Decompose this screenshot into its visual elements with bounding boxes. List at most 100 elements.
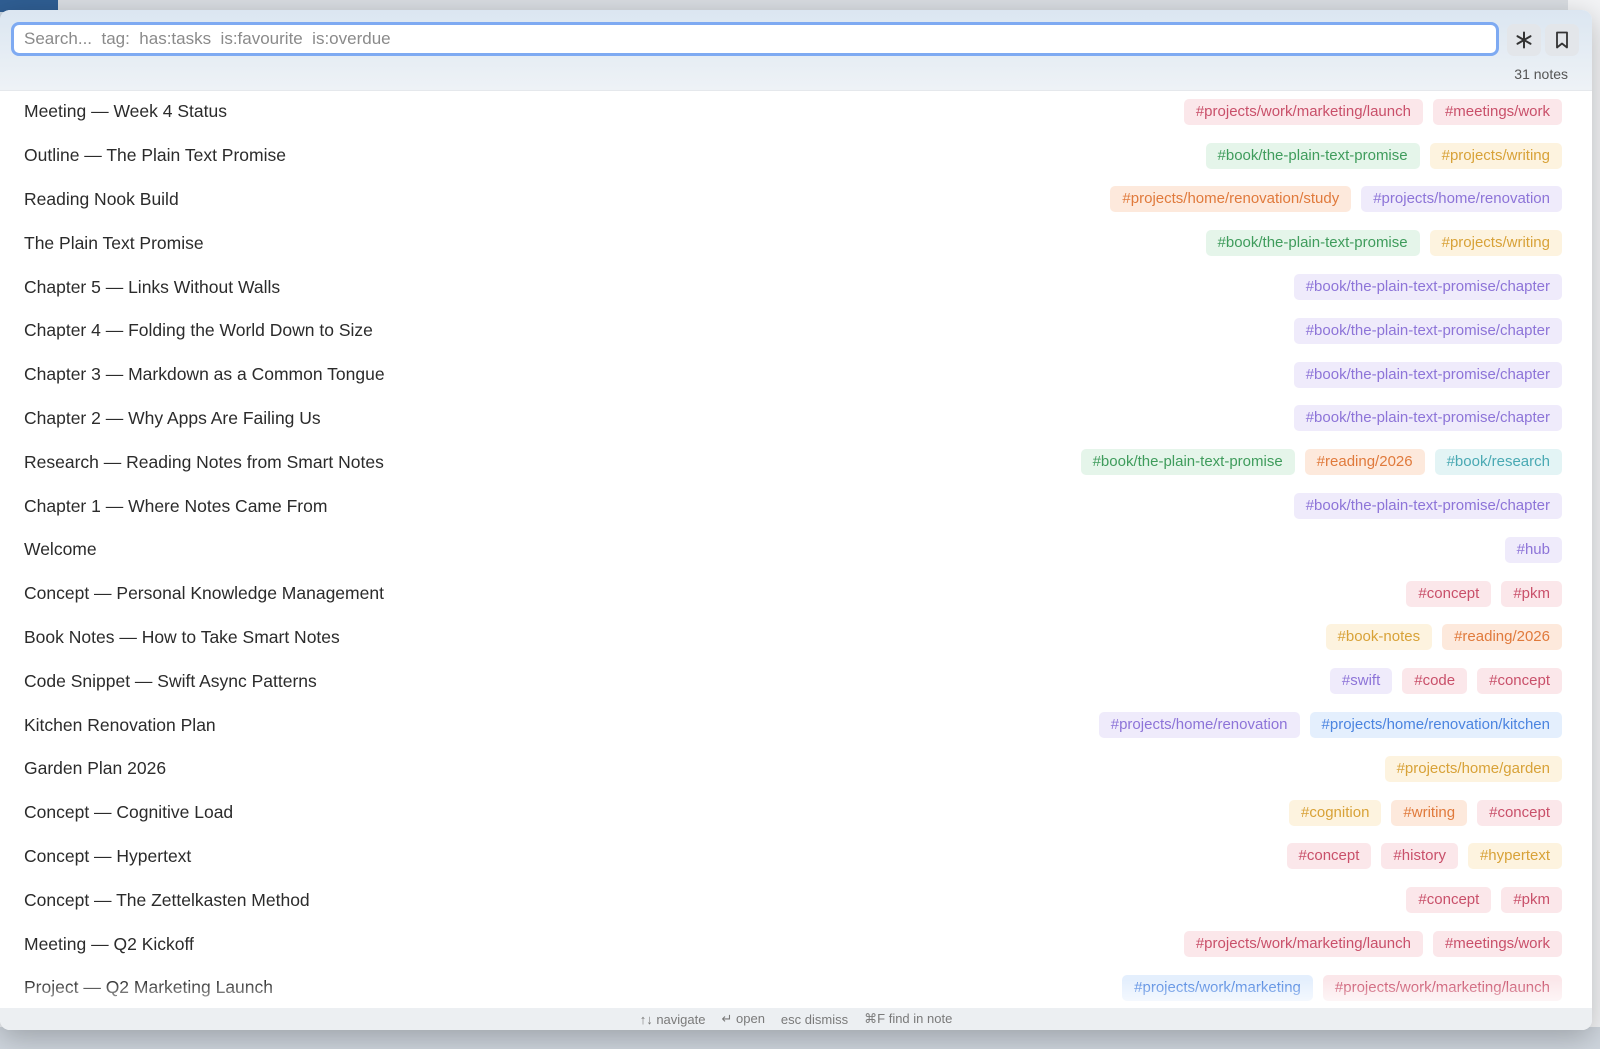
note-row[interactable]: Meeting — Week 4 Status #projects/work/ma…: [0, 90, 1592, 134]
tag-chip[interactable]: #book-notes: [1325, 624, 1433, 651]
note-results-list: Meeting — Week 4 Status #projects/work/ma…: [0, 90, 1592, 1010]
tag-chip[interactable]: #book/the-plain-text-promise/chapter: [1293, 361, 1562, 388]
keyboard-hint: ⌘F find in note: [864, 1011, 952, 1027]
note-row[interactable]: Project — Q2 Marketing Launch #projects/w…: [0, 966, 1592, 1010]
note-row[interactable]: Code Snippet — Swift Async Patterns #swif…: [0, 659, 1592, 703]
note-row[interactable]: The Plain Text Promise #book/the-plain-te…: [0, 221, 1592, 265]
note-tags: #book/the-plain-text-promise #projects/wr…: [1205, 142, 1562, 169]
tag-chip[interactable]: #projects/writing: [1429, 142, 1562, 169]
note-row[interactable]: Kitchen Renovation Plan #projects/home/re…: [0, 703, 1592, 747]
tag-chip[interactable]: #reading/2026: [1304, 449, 1425, 476]
tag-chip[interactable]: #swift: [1329, 668, 1393, 695]
note-row[interactable]: Concept — The Zettelkasten Method #concep…: [0, 878, 1592, 922]
note-title: Reading Nook Build: [24, 188, 179, 209]
note-row[interactable]: Chapter 4 — Folding the World Down to Si…: [0, 309, 1592, 353]
note-row[interactable]: Garden Plan 2026 #projects/home/garden: [0, 747, 1592, 791]
tag-chip[interactable]: #book/the-plain-text-promise: [1205, 142, 1420, 169]
hint-label: open: [736, 1011, 765, 1026]
tag-chip[interactable]: #projects/writing: [1429, 230, 1562, 257]
tag-chip[interactable]: #book/research: [1434, 449, 1562, 476]
note-title: Research — Reading Notes from Smart Note…: [24, 451, 384, 472]
tag-chip[interactable]: #book/the-plain-text-promise/chapter: [1293, 274, 1562, 301]
tag-chip[interactable]: #history: [1381, 843, 1458, 870]
note-row[interactable]: Chapter 3 — Markdown as a Common Tongue #…: [0, 353, 1592, 397]
note-row[interactable]: Chapter 5 — Links Without Walls #book/the…: [0, 265, 1592, 309]
tag-chip[interactable]: #projects/home/renovation: [1361, 186, 1562, 213]
note-row[interactable]: Outline — The Plain Text Promise #book/th…: [0, 134, 1592, 178]
tag-chip[interactable]: #reading/2026: [1442, 624, 1562, 651]
note-row[interactable]: Chapter 2 — Why Apps Are Failing Us #book…: [0, 397, 1592, 441]
keyboard-hint: ↵ open: [721, 1011, 764, 1027]
keyboard-hints-bar: ↑↓ navigate ↵ open esc dismiss ⌘F find in n…: [0, 1008, 1592, 1030]
note-row[interactable]: Welcome #hub: [0, 528, 1592, 572]
asterisk-icon: [1515, 31, 1533, 49]
tag-chip[interactable]: #projects/home/renovation/study: [1110, 186, 1352, 213]
note-row[interactable]: Research — Reading Notes from Smart Note…: [0, 440, 1592, 484]
tag-chip[interactable]: #projects/work/marketing/launch: [1183, 98, 1423, 125]
note-tags: #concept #history #hypertext: [1286, 843, 1562, 870]
note-tags: #swift #code #concept: [1329, 668, 1562, 695]
note-tags: #projects/work/marketing/launch #meetings…: [1183, 931, 1562, 958]
note-tags: #projects/home/renovation/study #projects…: [1110, 186, 1562, 213]
tag-chip[interactable]: #projects/home/renovation/kitchen: [1309, 712, 1562, 739]
tag-chip[interactable]: #book/the-plain-text-promise/chapter: [1293, 405, 1562, 432]
tag-chip[interactable]: #concept: [1406, 580, 1492, 607]
hint-label: dismiss: [804, 1011, 849, 1027]
search-input[interactable]: [14, 25, 1496, 53]
note-tags: #book/the-plain-text-promise/chapter: [1293, 493, 1562, 520]
note-row[interactable]: Chapter 1 — Where Notes Came From #book/t…: [0, 484, 1592, 528]
note-tags: #projects/home/renovation #projects/home/…: [1098, 712, 1562, 739]
note-tags: #book/the-plain-text-promise/chapter: [1293, 405, 1562, 432]
hint-key: ⌘F: [864, 1011, 886, 1026]
tag-chip[interactable]: #pkm: [1501, 887, 1562, 914]
note-title: Meeting — Q2 Kickoff: [24, 933, 194, 954]
note-tags: #book/the-plain-text-promise/chapter: [1293, 361, 1562, 388]
tag-chip[interactable]: #concept: [1477, 668, 1562, 695]
background-statusbar: [0, 1027, 1600, 1049]
tag-chip[interactable]: #book/the-plain-text-promise/chapter: [1293, 317, 1562, 344]
note-title: Chapter 4 — Folding the World Down to Si…: [24, 320, 373, 341]
note-row[interactable]: Meeting — Q2 Kickoff #projects/work/marke…: [0, 922, 1592, 966]
tag-chip[interactable]: #book/the-plain-text-promise: [1205, 230, 1420, 257]
note-row[interactable]: Reading Nook Build #projects/home/renovat…: [0, 178, 1592, 222]
tag-chip[interactable]: #projects/work/marketing/launch: [1183, 931, 1423, 958]
note-row[interactable]: Concept — Cognitive Load #cognition #writi…: [0, 791, 1592, 835]
regex-toggle-button[interactable]: [1507, 24, 1541, 56]
tag-chip[interactable]: #projects/work/marketing: [1122, 974, 1313, 1001]
hint-key: ↑↓: [639, 1011, 653, 1027]
tag-chip[interactable]: #hypertext: [1467, 843, 1562, 870]
tag-chip[interactable]: #writing: [1391, 799, 1468, 826]
tag-chip[interactable]: #concept: [1286, 843, 1372, 870]
tag-chip[interactable]: #book/the-plain-text-promise/chapter: [1293, 493, 1562, 520]
note-title: Chapter 3 — Markdown as a Common Tongue: [24, 364, 385, 385]
hint-label: find in note: [888, 1011, 953, 1026]
tag-chip[interactable]: #meetings/work: [1432, 931, 1562, 958]
tag-chip[interactable]: #projects/work/marketing/launch: [1322, 974, 1562, 1001]
tag-chip[interactable]: #projects/home/renovation: [1098, 712, 1300, 739]
save-search-button[interactable]: [1545, 24, 1579, 56]
note-tags: #hub: [1504, 536, 1562, 563]
note-row[interactable]: Book Notes — How to Take Smart Notes #boo…: [0, 616, 1592, 660]
search-field[interactable]: [11, 22, 1499, 56]
note-title: Chapter 2 — Why Apps Are Failing Us: [24, 407, 321, 428]
tag-chip[interactable]: #book/the-plain-text-promise: [1080, 449, 1295, 476]
tag-chip[interactable]: #concept: [1477, 799, 1562, 826]
note-title: Garden Plan 2026: [24, 758, 167, 779]
keyboard-hint: ↑↓ navigate: [640, 1012, 706, 1027]
note-row[interactable]: Concept — Personal Knowledge Management #…: [0, 572, 1592, 616]
result-count: 31 notes: [1514, 66, 1568, 82]
note-title: Concept — Cognitive Load: [24, 802, 234, 823]
tag-chip[interactable]: #code: [1402, 668, 1468, 695]
tag-chip[interactable]: #pkm: [1501, 580, 1562, 607]
note-title: Chapter 1 — Where Notes Came From: [24, 495, 328, 516]
tag-chip[interactable]: #hub: [1504, 536, 1562, 563]
note-tags: #book/the-plain-text-promise/chapter: [1293, 274, 1562, 301]
note-row[interactable]: Concept — Hypertext #concept #history #hype…: [0, 835, 1592, 879]
tag-chip[interactable]: #meetings/work: [1432, 98, 1562, 125]
tag-chip[interactable]: #cognition: [1289, 799, 1382, 826]
note-tags: #book-notes #reading/2026: [1325, 624, 1562, 651]
tag-chip[interactable]: #concept: [1406, 887, 1492, 914]
note-title: Chapter 5 — Links Without Walls: [24, 276, 281, 297]
tag-chip[interactable]: #projects/home/garden: [1384, 755, 1562, 782]
note-title: Project — Q2 Marketing Launch: [24, 977, 274, 998]
